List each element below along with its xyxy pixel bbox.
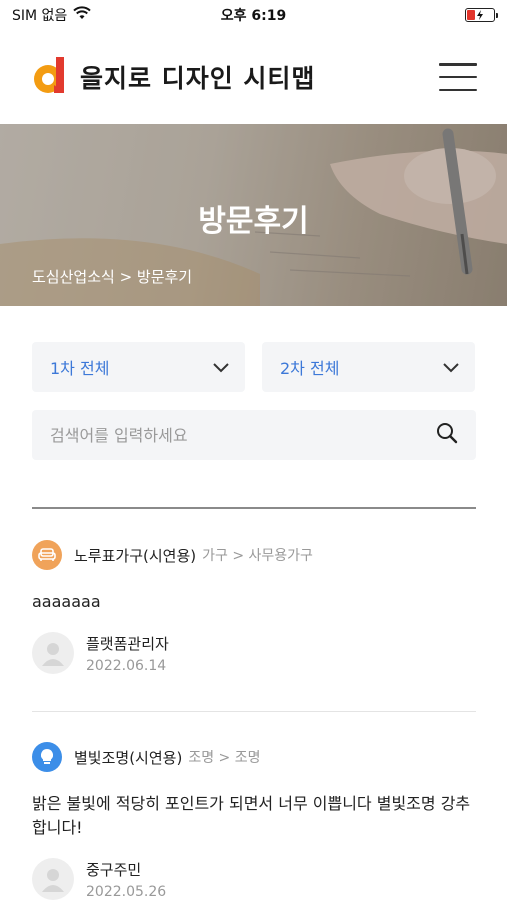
review-author: 플랫폼관리자 2022.06.14 bbox=[32, 632, 476, 674]
battery-icon bbox=[465, 8, 498, 22]
chevron-down-icon bbox=[213, 358, 229, 377]
review-text: 밝은 불빛에 적당히 포인트가 되면서 너무 이쁩니다 별빛조명 강추합니다! bbox=[32, 794, 471, 837]
list-divider bbox=[32, 507, 476, 509]
status-left: SIM 없음 bbox=[12, 5, 92, 25]
logo-icon bbox=[32, 55, 68, 99]
lightbulb-icon bbox=[32, 742, 62, 772]
product-name: 별빛조명(시연용) bbox=[74, 748, 183, 767]
category-path: 가구 > 사무용가구 bbox=[202, 548, 313, 564]
avatar bbox=[32, 632, 74, 674]
category-1-label: 1차 전체 bbox=[50, 359, 110, 378]
review-date: 2022.06.14 bbox=[86, 657, 167, 674]
review-divider bbox=[32, 711, 476, 712]
avatar bbox=[32, 858, 74, 900]
page-title: 방문후기 bbox=[198, 204, 309, 239]
hero-banner: 방문후기 도심산업소식 > 방문후기 bbox=[0, 124, 507, 306]
sofa-icon bbox=[32, 540, 62, 570]
review-header: 별빛조명(시연용) 조명 > 조명 bbox=[32, 742, 476, 772]
search-input[interactable] bbox=[50, 425, 436, 445]
wifi-icon bbox=[73, 6, 92, 24]
brand[interactable]: 을지로 디자인 시티맵 bbox=[32, 55, 315, 99]
author-name: 플랫폼관리자 bbox=[86, 634, 169, 653]
menu-icon[interactable] bbox=[439, 63, 477, 91]
review-date: 2022.05.26 bbox=[86, 883, 167, 900]
carrier-label: SIM 없음 bbox=[12, 8, 68, 24]
review-header: 노루표가구(시연용) 가구 > 사무용가구 bbox=[32, 540, 476, 570]
status-bar: SIM 없음 오후 6:19 bbox=[0, 0, 507, 30]
review-text: aaaaaaa bbox=[32, 592, 101, 611]
breadcrumb[interactable]: 도심산업소식 > 방문후기 bbox=[32, 266, 192, 287]
search-bar bbox=[32, 410, 476, 460]
category-2-label: 2차 전체 bbox=[280, 359, 340, 378]
category-1-select[interactable]: 1차 전체 bbox=[32, 342, 245, 392]
review-item[interactable]: 별빛조명(시연용) 조명 > 조명 밝은 불빛에 적당히 포인트가 되면서 너무… bbox=[32, 742, 476, 900]
author-name: 중구주민 bbox=[86, 860, 142, 879]
review-author: 중구주민 2022.05.26 bbox=[32, 858, 476, 900]
review-item[interactable]: 노루표가구(시연용) 가구 > 사무용가구 aaaaaaa 플랫폼관리자 202… bbox=[32, 540, 476, 674]
category-path: 조명 > 조명 bbox=[188, 750, 261, 766]
product-name: 노루표가구(시연용) bbox=[74, 546, 197, 565]
category-2-select[interactable]: 2차 전체 bbox=[262, 342, 475, 392]
app-title: 을지로 디자인 시티맵 bbox=[80, 64, 316, 93]
chevron-down-icon bbox=[443, 358, 459, 377]
app-header: 을지로 디자인 시티맵 bbox=[0, 30, 507, 124]
search-icon[interactable] bbox=[436, 422, 458, 448]
